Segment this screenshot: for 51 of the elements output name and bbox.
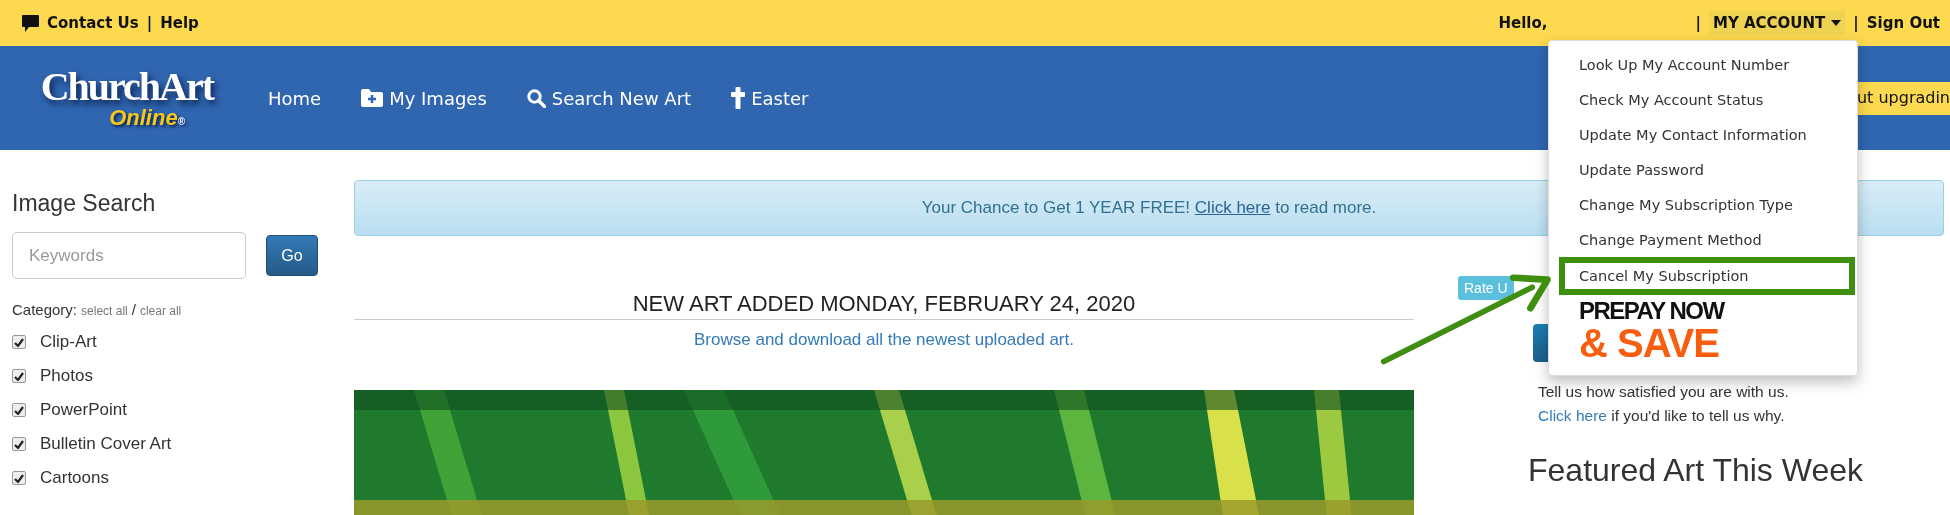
prepay-text[interactable]: PREPAY NOW: [1579, 299, 1724, 323]
browse-link[interactable]: Browse and download all the newest uploaded art.: [354, 330, 1414, 350]
logo-text[interactable]: ChurchArt: [40, 67, 213, 107]
greeting: Hello,: [1498, 14, 1548, 32]
category-label: Photos: [40, 366, 93, 386]
clear-all-link[interactable]: clear all: [139, 304, 182, 318]
nav-link[interactable]: Easter: [731, 87, 809, 109]
keywords-field[interactable]: Keywords: [12, 232, 246, 279]
section-heading: NEW ART ADDED MONDAY, FEBRUARY 24, 2020: [354, 291, 1414, 320]
nav-link[interactable]: My Images: [361, 87, 487, 109]
click-here-link[interactable]: Click here: [1194, 198, 1271, 217]
featured-title: Featured Art This Week: [1528, 452, 1864, 489]
nav-link[interactable]: Search New Art: [526, 87, 692, 109]
menu-item[interactable]: Change Payment Method: [1549, 222, 1857, 257]
category-label: Cartoons: [40, 468, 109, 488]
menu-item[interactable]: Look Up My Account Number: [1549, 47, 1857, 82]
sign-out-link[interactable]: Sign Out: [1866, 14, 1940, 32]
checkbox[interactable]: [12, 403, 26, 417]
category-label: PowerPoint: [40, 400, 127, 420]
category-label: Clip-Art: [40, 332, 97, 352]
alert-text: Your Chance to Get 1 YEAR FREE! Click here to read more.: [921, 198, 1377, 218]
separator: |: [1853, 14, 1859, 32]
click-here-link[interactable]: Click here: [1538, 407, 1607, 424]
select-all-link[interactable]: select all: [81, 304, 128, 318]
checkbox[interactable]: [12, 335, 26, 349]
menu-item[interactable]: Change My Subscription Type: [1549, 187, 1857, 222]
slash: /: [131, 301, 136, 318]
help-link[interactable]: Help: [160, 14, 199, 32]
folder-plus-icon: [361, 89, 384, 107]
separator: |: [1695, 14, 1701, 32]
separator: |: [146, 14, 153, 32]
nav-link[interactable]: Home: [268, 87, 322, 109]
checkbox[interactable]: [12, 369, 26, 383]
logo-subtitle: Online®: [109, 107, 185, 129]
checkbox[interactable]: [12, 471, 26, 485]
speech-bubble-icon: [22, 14, 39, 32]
my-account-menu[interactable]: MY ACCOUNT: [1708, 11, 1846, 35]
menu-item[interactable]: Update Password: [1549, 152, 1857, 187]
feedback-text: Tell us how satisfied you are with us. Click here if you'd like to tell us why.: [1538, 382, 1790, 426]
cross-icon: [731, 87, 746, 109]
category-label: Bulletin Cover Art: [40, 434, 172, 454]
caret-icon: [1831, 20, 1842, 26]
menu-item[interactable]: Cancel My Subscription: [1559, 257, 1855, 295]
go-button[interactable]: Go: [266, 235, 318, 276]
category-label: Category:: [12, 301, 78, 318]
search-icon: [526, 88, 546, 108]
contact-us-link[interactable]: Contact Us: [47, 14, 139, 32]
sidebar-title: Image Search: [12, 190, 157, 217]
save-text[interactable]: & SAVE: [1579, 323, 1719, 363]
checkbox[interactable]: [12, 437, 26, 451]
menu-item[interactable]: Update My Contact Information: [1549, 117, 1857, 152]
